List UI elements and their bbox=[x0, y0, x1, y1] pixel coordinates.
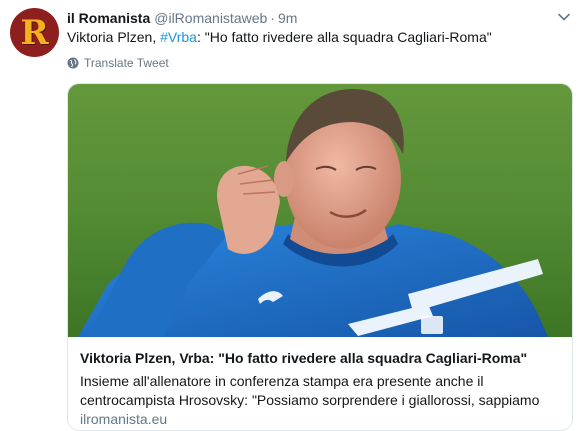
card-description-line-1: Insieme all'allenatore in conferenza sta… bbox=[80, 373, 484, 389]
tweet-text: Viktoria Plzen, #Vrba: "Ho fatto riveder… bbox=[67, 29, 492, 45]
user-handle[interactable]: @ilRomanistaweb bbox=[154, 10, 267, 26]
display-name[interactable]: il Romanista bbox=[67, 10, 150, 26]
card-domain: ilromanista.eu bbox=[80, 411, 168, 427]
tweet-text-start: Viktoria Plzen, bbox=[67, 29, 161, 45]
card-title[interactable]: Viktoria Plzen, Vrba: "Ho fatto rivedere… bbox=[80, 350, 527, 366]
translate-label: Translate Tweet bbox=[84, 56, 169, 70]
separator-dot: · bbox=[270, 10, 275, 26]
card-description-line-2: centrocampista Hrosovsky: "Possiamo sorp… bbox=[80, 392, 540, 408]
link-card[interactable]: Viktoria Plzen, Vrba: "Ho fatto rivedere… bbox=[67, 83, 573, 431]
tweet[interactable]: R il Romanista @ilRomanistaweb · 9m Vikt… bbox=[0, 0, 583, 431]
card-image-coach-photo bbox=[68, 84, 572, 337]
hashtag-link[interactable]: #Vrba bbox=[160, 29, 197, 45]
tweet-header: il Romanista @ilRomanistaweb · 9m bbox=[67, 9, 297, 27]
card-description: Insieme all'allenatore in conferenza sta… bbox=[80, 372, 564, 410]
card-body: Viktoria Plzen, Vrba: "Ho fatto rivedere… bbox=[68, 337, 572, 430]
globe-icon bbox=[67, 57, 79, 69]
chevron-down-icon[interactable] bbox=[557, 10, 571, 24]
avatar-logo-letter: R bbox=[20, 12, 49, 53]
translate-tweet-button[interactable]: Translate Tweet bbox=[67, 56, 169, 70]
timestamp[interactable]: 9m bbox=[278, 10, 297, 26]
tweet-text-end: : "Ho fatto rivedere alla squadra Caglia… bbox=[196, 29, 492, 45]
avatar[interactable]: R bbox=[10, 8, 59, 57]
